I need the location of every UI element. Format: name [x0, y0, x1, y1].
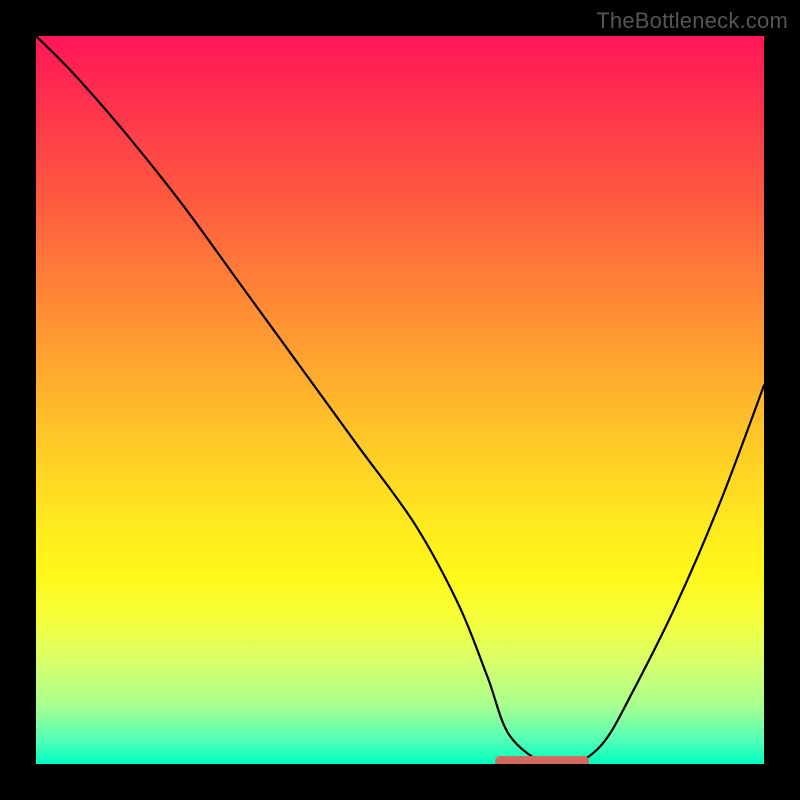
optimal-range-marker — [495, 756, 590, 764]
bottleneck-curve — [36, 36, 764, 764]
watermark-text: TheBottleneck.com — [596, 8, 788, 34]
plot-area — [36, 36, 764, 764]
